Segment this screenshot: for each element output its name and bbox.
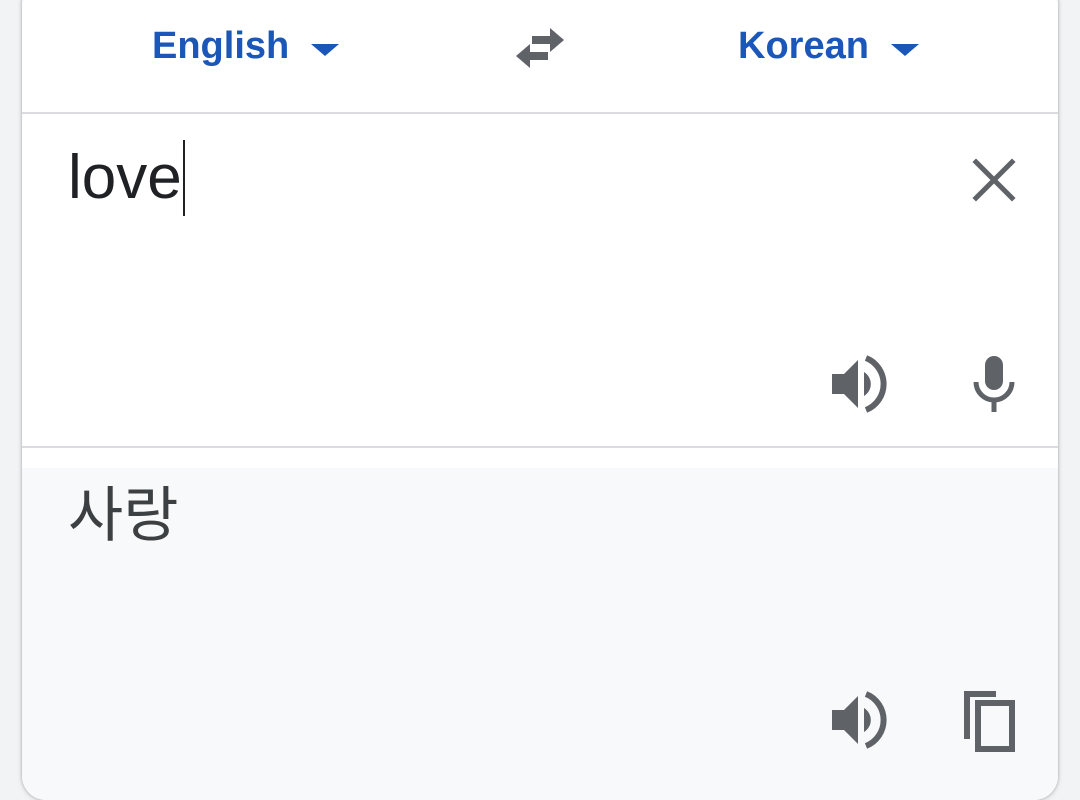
swap-languages-button[interactable] (510, 24, 570, 72)
copy-translation-button[interactable] (956, 688, 1020, 752)
source-language-label: English (152, 24, 290, 67)
text-cursor (182, 140, 185, 216)
translation-text: 사랑 (68, 481, 179, 551)
target-language-button[interactable]: Korean (738, 22, 919, 70)
source-input[interactable]: love (68, 138, 185, 218)
swap-arrows-icon (516, 28, 564, 68)
source-input-text: love (68, 143, 182, 212)
caret-down-icon (311, 44, 340, 56)
microphone-button[interactable] (962, 352, 1026, 416)
listen-translation-button[interactable] (828, 688, 892, 752)
close-icon (972, 158, 1016, 202)
listen-source-button[interactable] (828, 352, 892, 416)
clear-button[interactable] (962, 148, 1026, 212)
caret-down-icon (890, 44, 919, 56)
target-language-label: Korean (738, 24, 869, 67)
translation-area: 사랑 (22, 468, 1058, 800)
speaker-icon (832, 355, 887, 413)
microphone-icon (973, 356, 1015, 412)
language-bar: English Korean (22, 0, 1058, 114)
copy-icon (964, 691, 1015, 752)
translate-card: English Korean love 사랑 (22, 0, 1058, 800)
source-language-button[interactable]: English (152, 22, 340, 70)
source-text-area[interactable]: love (22, 114, 1058, 448)
speaker-icon (832, 691, 887, 749)
